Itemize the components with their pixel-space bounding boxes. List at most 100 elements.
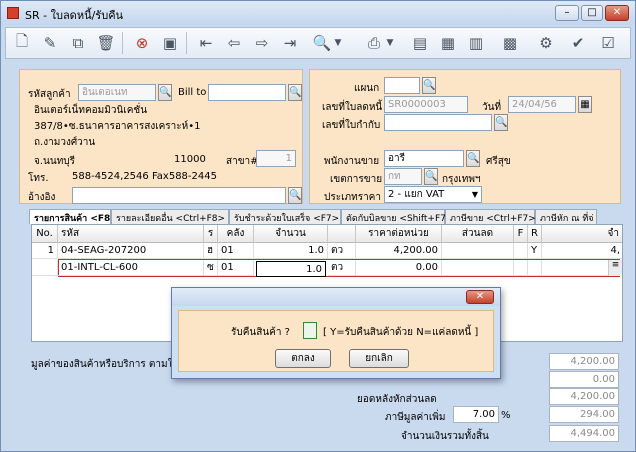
col-header-f[interactable]: F: [514, 225, 528, 243]
tab-sales-bill[interactable]: ตัดกับบิลขาย <Shift+F7>: [341, 209, 453, 224]
search-icon[interactable]: 🔍: [424, 168, 438, 185]
col-header-rr[interactable]: R: [528, 225, 542, 243]
cell-unit: ตว: [328, 243, 356, 259]
after-discount-label: ยอดหลังหักส่วนลด: [357, 394, 437, 405]
col-header-quantity[interactable]: จำนวน: [254, 225, 328, 243]
cell-unit: ตว: [328, 260, 356, 276]
sales-zone-input[interactable]: กท: [384, 168, 422, 185]
sales-zone-label: เขตการขาย: [330, 174, 383, 185]
attach-icon[interactable]: ▩: [498, 31, 522, 55]
reference-input[interactable]: [72, 187, 286, 204]
salesperson-input[interactable]: อารี: [384, 150, 464, 167]
cancel-icon[interactable]: ⊗: [130, 31, 154, 55]
app-window: SR - ใบลดหนี้/รับคืน – □ ✕ 🗋 ✎ ⧉ 🗑 ⊗ ▣ ⇤…: [0, 0, 636, 452]
vat-rate-input[interactable]: 7.00: [453, 406, 499, 423]
cancel-button[interactable]: ยกเลิก: [349, 349, 409, 368]
cell-unit-price: 0.00: [356, 260, 442, 276]
cell-amount: 4,: [542, 243, 622, 259]
print-icon[interactable]: ⎙: [362, 31, 386, 55]
branch-label: สาขา#: [226, 156, 259, 167]
branch-input[interactable]: 1: [256, 150, 296, 167]
doc-number-label: เลขที่ใบลดหนี้: [322, 102, 383, 113]
col-header-unit[interactable]: [328, 225, 356, 243]
last-icon[interactable]: ⇥: [278, 31, 302, 55]
next-icon[interactable]: ⇨: [250, 31, 274, 55]
cell-code: 04-SEAG-207200: [58, 243, 204, 259]
reference-label: อ้างอิง: [28, 192, 56, 203]
approve-icon[interactable]: ⚙: [534, 31, 558, 55]
tab-items[interactable]: รายการสินค้า <F8>: [29, 209, 118, 224]
col-header-no[interactable]: No.: [32, 225, 58, 243]
confirm-icon[interactable]: ✔: [566, 31, 590, 55]
chevron-down-icon[interactable]: ▼: [384, 31, 396, 55]
billto-label: Bill to: [178, 87, 207, 98]
invoice-ref-input[interactable]: [384, 114, 492, 131]
total-value: 4,494.00: [549, 425, 619, 442]
first-icon[interactable]: ⇤: [194, 31, 218, 55]
calendar-icon[interactable]: ▦: [578, 96, 592, 113]
grid-icon[interactable]: ▥: [464, 31, 488, 55]
col-header-discount[interactable]: ส่วนลด: [442, 225, 514, 243]
edit-icon[interactable]: ✎: [38, 31, 62, 55]
ok-icon[interactable]: ☑: [596, 31, 620, 55]
tab-details[interactable]: รายละเอียดอื่น <Ctrl+F8>: [111, 209, 229, 224]
export-icon[interactable]: ▤: [408, 31, 432, 55]
document-panel: แผนก 🔍 เลขที่ใบลดหนี้ SR0000003 วันที่ 2…: [309, 69, 621, 204]
dialog-close-button[interactable]: ✕: [466, 290, 494, 304]
close-button[interactable]: ✕: [605, 5, 629, 21]
col-header-r[interactable]: ร: [204, 225, 218, 243]
new-icon[interactable]: 🗋: [10, 31, 34, 55]
calc-icon[interactable]: ▦: [436, 31, 460, 55]
salesperson-label: พนักงานขาย: [324, 156, 380, 167]
chevron-down-icon[interactable]: ▼: [332, 31, 344, 55]
customer-code-input[interactable]: อินเตอเนท: [78, 84, 156, 101]
toolbar-separator: [122, 32, 123, 54]
price-type-label: ประเภทราคา: [324, 192, 381, 203]
col-header-warehouse[interactable]: คลัง: [218, 225, 254, 243]
search-icon[interactable]: 🔍: [466, 150, 480, 167]
col-header-amount[interactable]: จำ: [542, 225, 622, 243]
vat-percent: %: [501, 410, 511, 421]
date-input[interactable]: 24/04/56: [508, 96, 576, 113]
save-icon[interactable]: ▣: [158, 31, 182, 55]
return-goods-input[interactable]: [303, 322, 317, 339]
cell-unit-price: 4,200.00: [356, 243, 442, 259]
delete-icon[interactable]: 🗑: [94, 31, 118, 55]
price-type-value: 2 - แยก VAT: [388, 189, 445, 200]
tab-bar: รายการสินค้า <F8> รายละเอียดอื่น <Ctrl+F…: [29, 209, 629, 224]
copy-icon[interactable]: ⧉: [66, 31, 90, 55]
search-icon[interactable]: 🔍: [422, 77, 436, 94]
tab-withholding-tax[interactable]: ภาษีหัก ณ ที่จ่: [535, 209, 597, 224]
cell-discount: [442, 260, 514, 276]
prev-icon[interactable]: ⇦: [222, 31, 246, 55]
invoice-ref-label: เลขที่ใบกำกับ: [322, 120, 381, 131]
department-label: แผนก: [354, 83, 380, 94]
search-icon[interactable]: 🔍: [310, 31, 334, 55]
col-header-code[interactable]: รหัส: [58, 225, 204, 243]
search-icon[interactable]: 🔍: [288, 84, 302, 101]
minimize-button[interactable]: –: [555, 5, 579, 21]
search-icon[interactable]: 🔍: [494, 114, 508, 131]
price-type-select[interactable]: 2 - แยก VAT ▼: [384, 186, 482, 203]
total-label: จำนวนเงินรวมทั้งสิ้น: [401, 431, 489, 442]
goods-value: 4,200.00: [549, 353, 619, 370]
search-icon[interactable]: 🔍: [158, 84, 172, 101]
ok-button[interactable]: ตกลง: [275, 349, 331, 368]
doc-number-input[interactable]: SR0000003: [384, 96, 468, 113]
col-header-unit-price[interactable]: ราคาต่อหน่วย: [356, 225, 442, 243]
scrollbar-thumb-icon[interactable]: ≡: [608, 260, 622, 276]
cell-r: ซ: [204, 260, 218, 276]
maximize-button[interactable]: □: [581, 5, 603, 21]
cell-quantity-editor[interactable]: 1.0: [256, 261, 326, 277]
tel-label: โทร.: [28, 173, 49, 184]
goods-value-label: มูลค่าของสินค้าหรือบริการ ตามใบกำ: [31, 359, 191, 370]
billto-input[interactable]: [208, 84, 286, 101]
tab-receipt[interactable]: รับชำระด้วยใบเสร็จ <F7>: [229, 209, 341, 224]
search-icon[interactable]: 🔍: [288, 187, 302, 204]
sales-zone-name: กรุงเทพฯ: [442, 174, 481, 185]
department-input[interactable]: [384, 77, 420, 94]
tab-sales-tax[interactable]: ภาษีขาย <Ctrl+F7>: [445, 209, 536, 224]
customer-zip: 11000: [174, 154, 206, 165]
toolbar-separator: [186, 32, 187, 54]
date-label: วันที่: [482, 102, 502, 113]
